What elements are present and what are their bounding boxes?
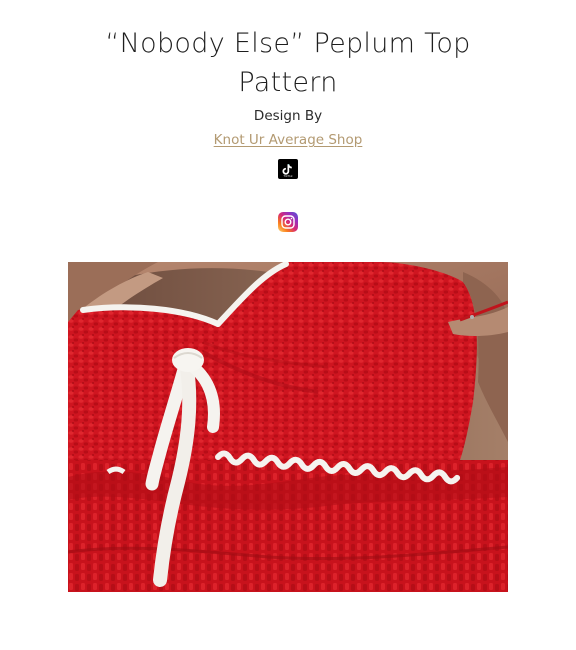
tiktok-link[interactable]: TikTok (278, 159, 298, 179)
page-title-line-1: “Nobody Else” Peplum Top (105, 28, 471, 59)
design-by-label: Design By (253, 108, 323, 124)
product-photo (68, 262, 508, 592)
tiktok-caption: TikTok (283, 174, 293, 178)
page-title: “Nobody Else” Peplum Top Pattern (40, 24, 536, 102)
page-title-line-2: Pattern (238, 67, 338, 98)
shop-link-wrapper: Knot Ur Average Shop (0, 132, 576, 148)
shop-link[interactable]: Knot Ur Average Shop (214, 132, 363, 148)
page: “Nobody Else” Peplum Top Pattern Design … (0, 0, 576, 650)
instagram-icon (281, 215, 295, 229)
crochet-top-photo (68, 262, 508, 592)
instagram-link[interactable] (278, 212, 298, 232)
